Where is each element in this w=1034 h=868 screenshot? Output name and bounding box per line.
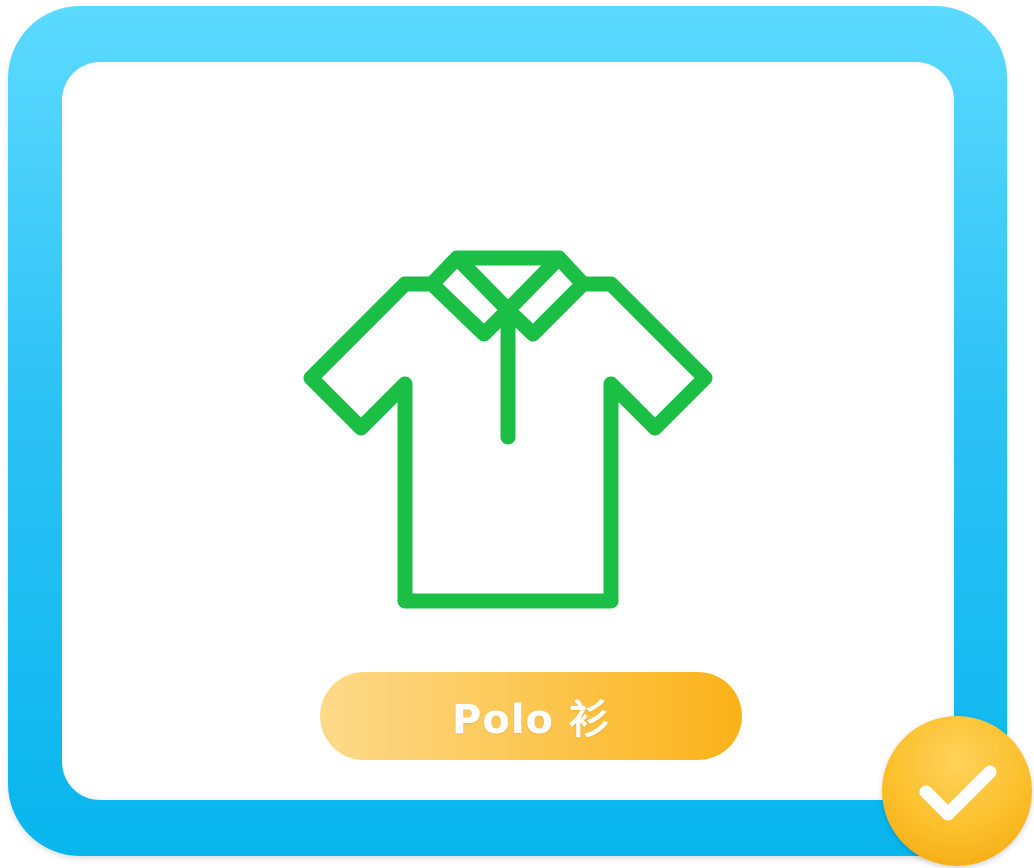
item-label: Polo 衫 bbox=[452, 697, 610, 743]
item-label-pill: Polo 衫 bbox=[320, 672, 742, 760]
polo-shirt-icon bbox=[303, 250, 713, 609]
selected-badge bbox=[882, 716, 1032, 866]
checkmark-icon bbox=[919, 765, 997, 821]
